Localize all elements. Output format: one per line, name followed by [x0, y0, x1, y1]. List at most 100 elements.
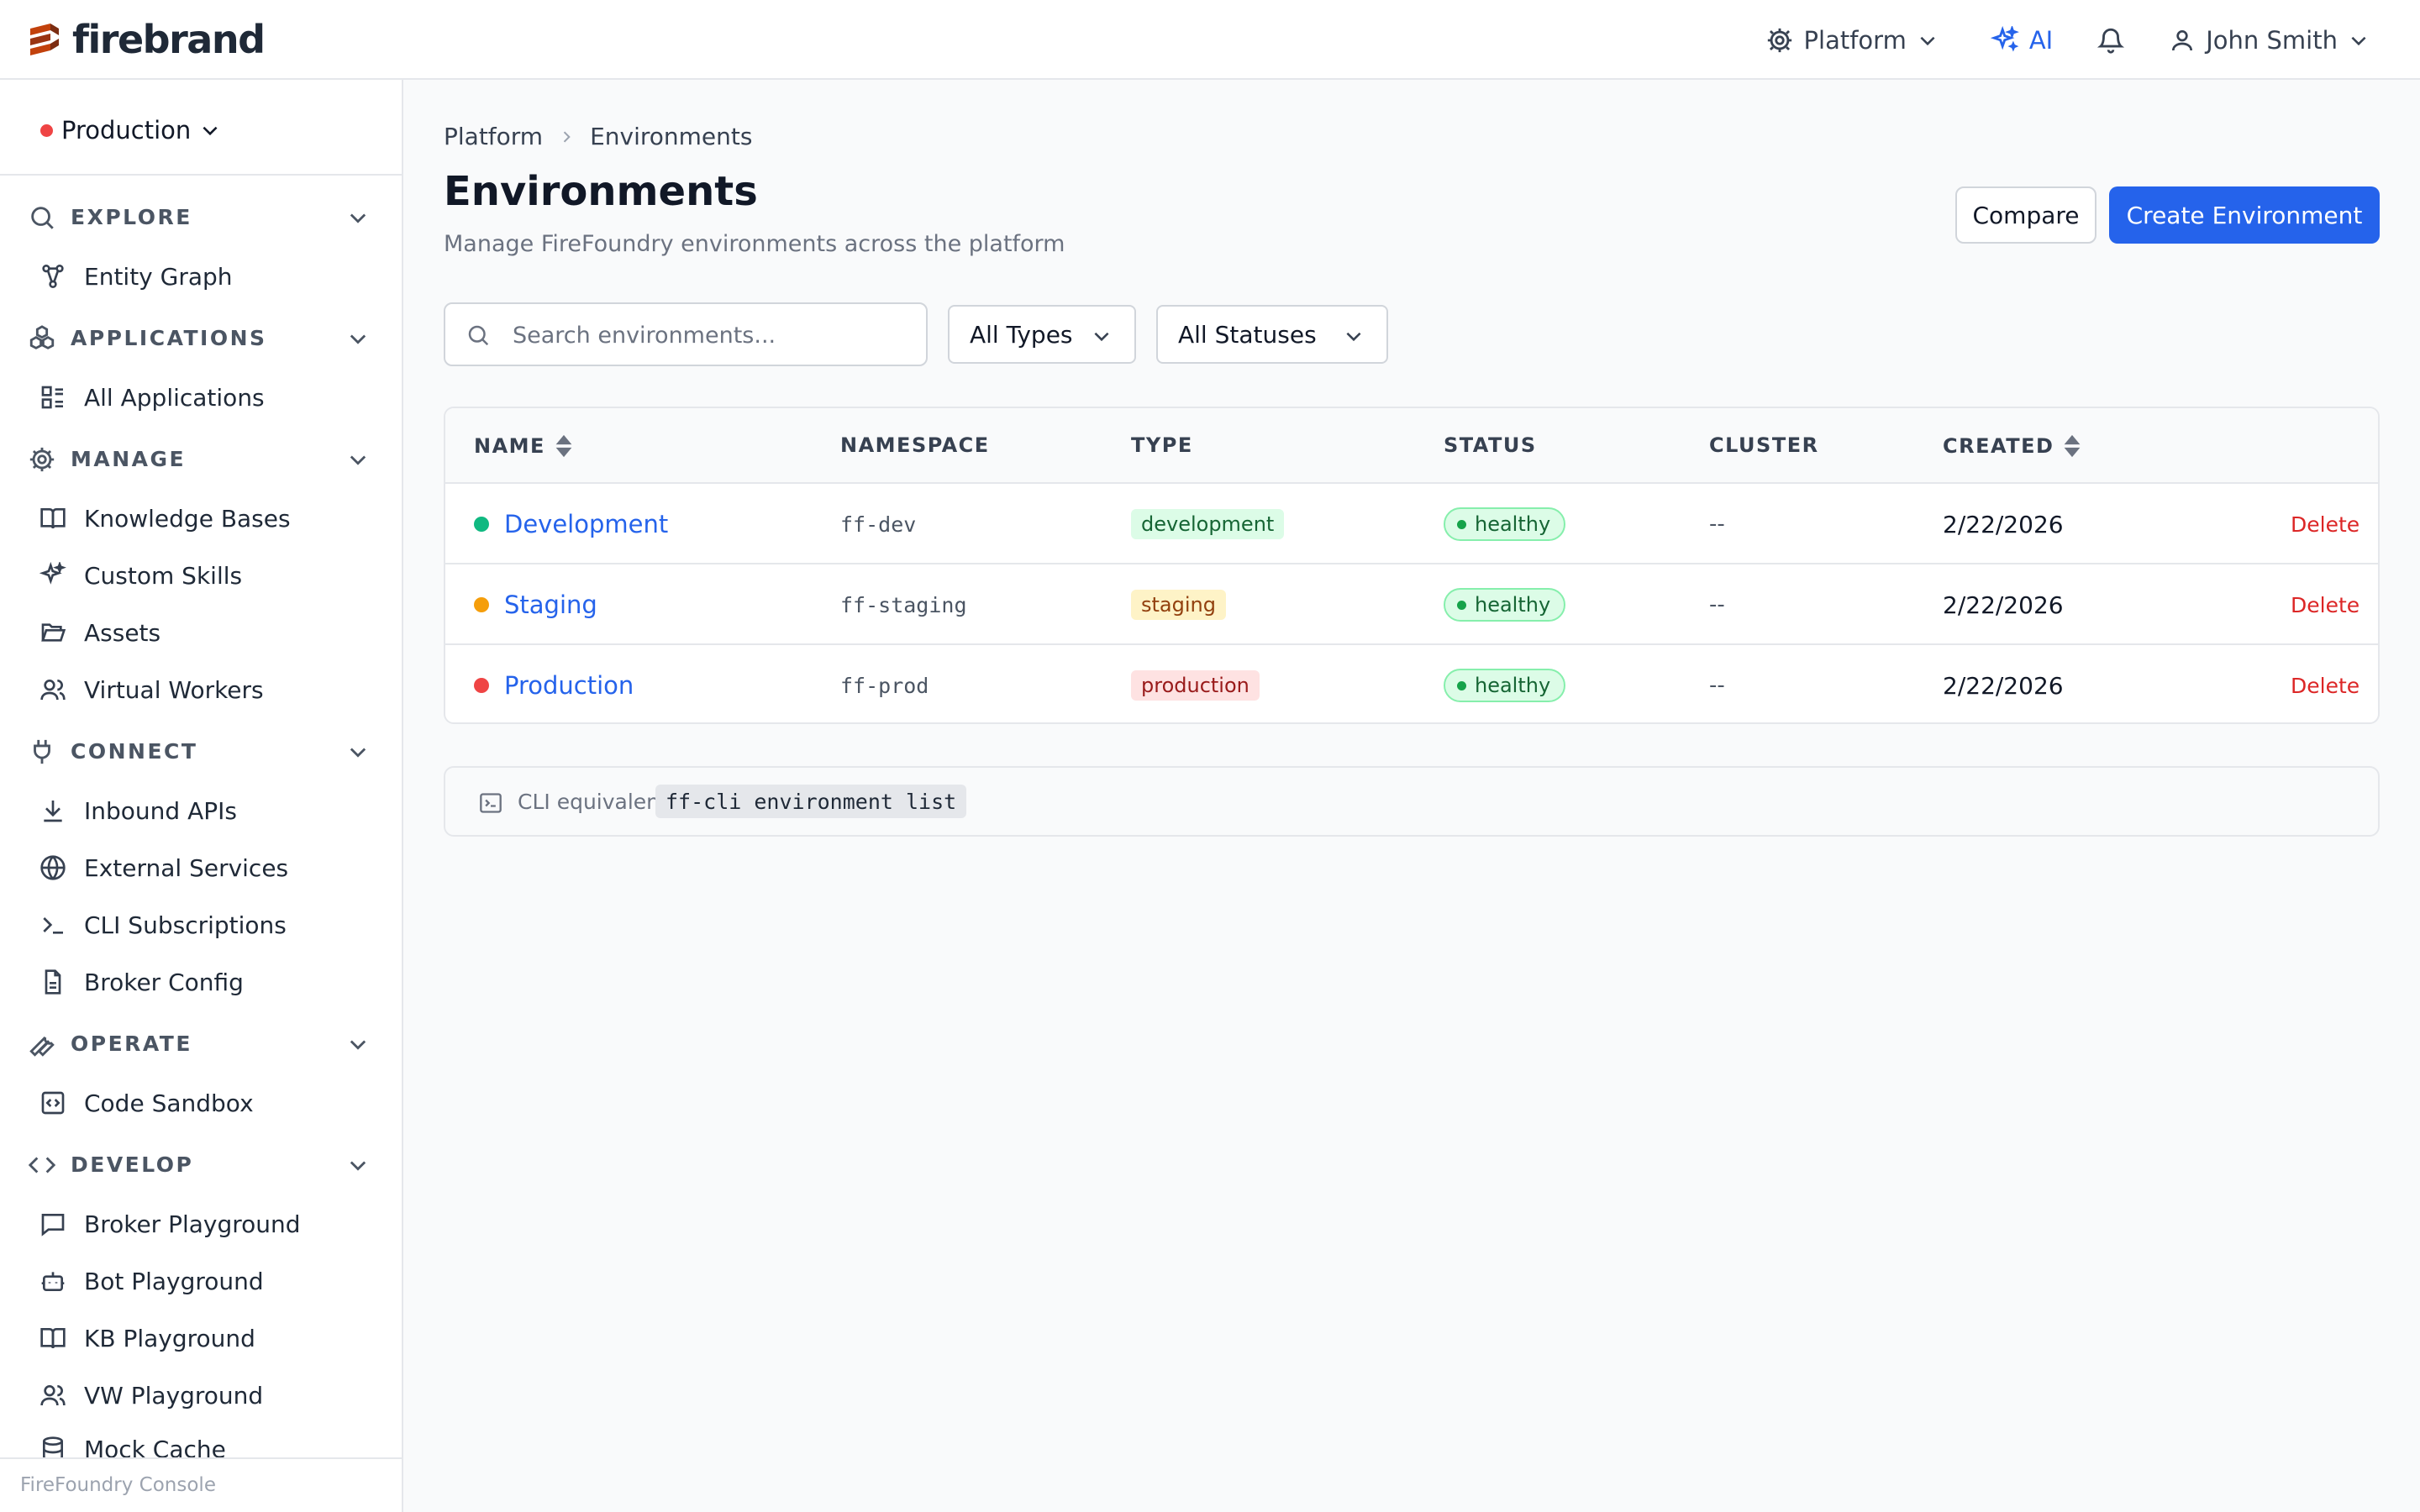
sidebar-item-cli-subscriptions[interactable]: CLI Subscriptions — [0, 903, 402, 947]
type-badge: development — [1131, 509, 1285, 539]
environment-name-link[interactable]: Staging — [504, 591, 597, 619]
sidebar-item-custom-skills[interactable]: Custom Skills — [0, 554, 402, 597]
environment-selector[interactable]: Production — [40, 109, 221, 151]
chevron-down-icon — [350, 1040, 366, 1050]
terminal-icon — [39, 911, 67, 939]
namespace-value: ff-prod — [840, 673, 929, 698]
plug-icon — [27, 737, 57, 767]
breadcrumb-environments: Environments — [590, 123, 753, 150]
sidebar-item-label: Bot Playground — [84, 1267, 264, 1295]
sidebar-item-knowledge-bases[interactable]: Knowledge Bases — [0, 496, 402, 540]
gear-icon — [27, 444, 57, 475]
sidebar-item-label: Virtual Workers — [84, 675, 264, 704]
name-cell: Production — [474, 645, 634, 722]
column-header-label: CREATED — [1943, 434, 2054, 458]
create-environment-button[interactable]: Create Environment — [2109, 186, 2380, 244]
users-icon — [39, 675, 67, 704]
chevron-down-icon — [350, 334, 366, 344]
sidebar-item-label: Broker Config — [84, 968, 244, 996]
table-row: Development ff-dev development healthy -… — [445, 484, 2378, 564]
sidebar-item-label: Code Sandbox — [84, 1089, 254, 1117]
nav-group-applications[interactable]: APPLICATIONS — [0, 317, 402, 359]
sidebar-item-label: All Applications — [84, 383, 265, 412]
sidebar-item-entity-graph[interactable]: Entity Graph — [0, 255, 402, 298]
ai-button[interactable]: AI — [1990, 25, 2054, 55]
message-square-icon — [39, 1210, 67, 1238]
column-header-name[interactable]: NAME — [474, 433, 574, 459]
search-input[interactable] — [513, 316, 908, 354]
status-badge: healthy — [1444, 588, 1566, 622]
nav-group-label: DEVELOP — [71, 1152, 194, 1177]
chevron-right-icon — [563, 130, 571, 143]
breadcrumb-platform[interactable]: Platform — [444, 123, 543, 150]
column-header-label: NAMESPACE — [840, 433, 990, 457]
type-badge: production — [1131, 670, 1260, 701]
column-header-created[interactable]: CREATED — [1943, 433, 2082, 459]
sidebar-item-external-services[interactable]: External Services — [0, 846, 402, 890]
sidebar-item-label: KB Playground — [84, 1324, 255, 1352]
user-menu[interactable]: John Smith — [2169, 26, 2370, 55]
created-date: 2/22/2026 — [1943, 510, 2064, 538]
sidebar-item-vw-playground[interactable]: VW Playground — [0, 1373, 402, 1417]
status-label: healthy — [1475, 593, 1551, 617]
sidebar-item-label: CLI Subscriptions — [84, 911, 287, 939]
sidebar-item-virtual-workers[interactable]: Virtual Workers — [0, 668, 402, 711]
download-icon — [39, 796, 67, 825]
list-grid-icon — [39, 383, 67, 412]
environment-status-dot — [40, 123, 53, 137]
status-label: healthy — [1475, 512, 1551, 536]
sidebar-item-all-applications[interactable]: All Applications — [0, 375, 402, 419]
nav-group-connect[interactable]: CONNECT — [0, 730, 402, 772]
chevron-down-icon — [1094, 332, 1109, 342]
platform-menu[interactable]: Platform — [1765, 26, 1939, 55]
cluster-value: -- — [1709, 673, 1725, 698]
column-header-status: STATUS — [1444, 433, 1537, 457]
type-filter-value: All Types — [970, 321, 1073, 349]
status-label: healthy — [1475, 674, 1551, 697]
namespace-value: ff-staging — [840, 592, 967, 617]
sidebar-item-label: VW Playground — [84, 1381, 264, 1410]
compare-button[interactable]: Compare — [1955, 186, 2096, 244]
chevron-down-icon — [350, 1161, 366, 1171]
delete-button[interactable]: Delete — [2291, 512, 2360, 537]
environments-table: NAME NAMESPACE TYPE STATUS CLUSTER CREAT… — [444, 407, 2380, 724]
sidebar-item-bot-playground[interactable]: Bot Playground — [0, 1259, 402, 1303]
sparkles-icon — [1990, 25, 2019, 52]
notifications-button[interactable] — [2096, 26, 2125, 55]
nav-group-develop[interactable]: DEVELOP — [0, 1143, 402, 1185]
user-icon — [2172, 29, 2193, 50]
nav-group-operate[interactable]: OPERATE — [0, 1022, 402, 1064]
cli-command[interactable]: ff-cli environment list — [655, 785, 967, 818]
nav-group-manage[interactable]: MANAGE — [0, 438, 402, 480]
chevron-down-icon — [350, 455, 366, 465]
namespace-value: ff-dev — [840, 512, 917, 537]
environment-status-dot — [474, 678, 489, 693]
terminal-icon — [480, 793, 502, 813]
sidebar-item-code-sandbox[interactable]: Code Sandbox — [0, 1081, 402, 1125]
brand-name: firebrand — [72, 17, 266, 62]
sidebar-footer: FireFoundry Console — [0, 1457, 402, 1512]
search-icon — [468, 325, 489, 346]
delete-button[interactable]: Delete — [2291, 593, 2360, 617]
bot-icon — [39, 1267, 67, 1295]
delete-button[interactable]: Delete — [2291, 674, 2360, 698]
page-subtitle: Manage FireFoundry environments across t… — [444, 231, 1065, 257]
brand-logo[interactable]: firebrand — [25, 17, 266, 62]
sidebar-item-assets[interactable]: Assets — [0, 611, 402, 654]
environment-status-dot — [474, 597, 489, 612]
sidebar-item-label: Inbound APIs — [84, 796, 237, 825]
environment-name-link[interactable]: Production — [504, 671, 634, 700]
created-date: 2/22/2026 — [1943, 671, 2064, 700]
sidebar-item-broker-playground[interactable]: Broker Playground — [0, 1202, 402, 1246]
globe-icon — [39, 853, 67, 882]
sidebar-item-inbound-apis[interactable]: Inbound APIs — [0, 789, 402, 832]
sidebar-item-kb-playground[interactable]: KB Playground — [0, 1316, 402, 1360]
sort-icon — [555, 434, 572, 458]
sparkles-icon — [39, 561, 67, 590]
ai-button-label: AI — [2028, 25, 2054, 55]
environment-name-link[interactable]: Development — [504, 510, 668, 538]
type-filter-select[interactable]: All Types — [948, 305, 1136, 364]
nav-group-explore[interactable]: EXPLORE — [0, 196, 402, 238]
sidebar-item-broker-config[interactable]: Broker Config — [0, 960, 402, 1004]
status-filter-select[interactable]: All Statuses — [1156, 305, 1388, 364]
